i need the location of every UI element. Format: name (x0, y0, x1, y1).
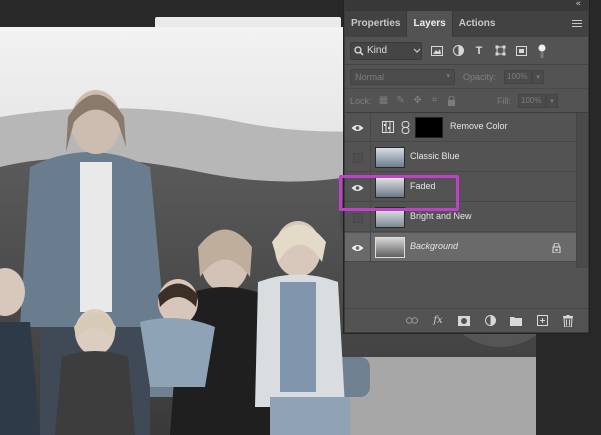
fill-dropdown-icon[interactable]: ▾ (546, 93, 558, 108)
layer-thumbnail (375, 177, 405, 198)
filter-toggle-icon[interactable] (536, 44, 548, 58)
eye-icon (351, 124, 364, 131)
new-layer-icon[interactable] (536, 315, 548, 327)
hidden-visibility-box (352, 212, 363, 223)
layer-bright-and-new[interactable]: Bright and New (345, 203, 576, 232)
opacity-dropdown-icon[interactable]: ▾ (532, 69, 545, 84)
tab-properties[interactable]: Properties (345, 11, 406, 37)
layer-mask-thumbnail[interactable] (415, 117, 443, 138)
layer-faded[interactable]: Faded (345, 173, 576, 202)
collapse-panel-icon[interactable]: « (575, 0, 580, 9)
kind-label: Kind (367, 45, 388, 56)
adjustment-layer-icon[interactable] (484, 315, 496, 327)
layer-thumbnail (375, 207, 405, 228)
kind-filter-select[interactable]: Kind (350, 41, 422, 60)
layer-name[interactable]: Background (410, 241, 458, 251)
search-icon (354, 45, 364, 56)
layer-name[interactable]: Faded (410, 181, 436, 191)
blend-row: Normal ▾ Opacity: 100% ▾ (345, 65, 588, 89)
mask-icon[interactable] (458, 315, 470, 327)
blend-mode-select[interactable]: Normal ▾ (350, 68, 455, 85)
chevron-down-icon (413, 48, 421, 53)
shape-filter-icon[interactable] (494, 45, 506, 57)
group-folder-icon[interactable] (510, 315, 522, 327)
layers-list: Remove Color Classic Blue Faded Bright a… (345, 113, 588, 268)
layers-panel: « Properties Layers Actions Kind T Norma… (344, 0, 589, 333)
layer-name[interactable]: Remove Color (450, 121, 508, 131)
lock-image-pixels-icon[interactable]: ✎ (396, 95, 406, 106)
chain-link-icon[interactable] (401, 121, 410, 134)
lock-row: Lock: ▦ ✎ ✥ ⌗ Fill: 100% ▾ (345, 89, 588, 113)
fx-icon[interactable]: fx (432, 315, 444, 327)
visibility-toggle[interactable] (345, 203, 371, 232)
layers-bottom-bar: fx (345, 308, 588, 332)
document-tab[interactable] (155, 17, 341, 27)
type-filter-icon[interactable]: T (473, 45, 485, 57)
visibility-toggle[interactable] (345, 233, 371, 262)
photoshop-workspace: « Properties Layers Actions Kind T Norma… (0, 0, 601, 435)
smart-object-filter-icon[interactable] (515, 45, 527, 57)
hidden-visibility-box (352, 152, 363, 163)
lock-transparent-pixels-icon[interactable]: ▦ (379, 95, 389, 106)
visibility-toggle[interactable] (345, 143, 371, 172)
opacity-label: Opacity: (463, 71, 497, 82)
panel-title-bar[interactable]: « (345, 0, 588, 11)
blend-mode-value: Normal (355, 71, 385, 82)
visibility-toggle[interactable] (345, 113, 371, 142)
panel-tabs: Properties Layers Actions (345, 11, 588, 37)
link-layers-icon[interactable] (406, 315, 418, 327)
layer-background[interactable]: Background (345, 233, 576, 262)
visibility-toggle[interactable] (345, 173, 371, 202)
adjustment-filter-icon[interactable] (452, 45, 464, 57)
trash-icon[interactable] (562, 314, 574, 327)
lock-position-icon[interactable]: ✥ (413, 95, 423, 106)
tab-layers[interactable]: Layers (406, 11, 453, 37)
lock-all-icon[interactable] (447, 95, 457, 106)
eye-icon (351, 184, 364, 191)
layer-thumbnail (375, 237, 405, 258)
layers-scrollbar[interactable] (576, 113, 588, 268)
fill-input[interactable]: 100% (518, 93, 546, 108)
tab-actions[interactable]: Actions (453, 11, 502, 37)
fill-label: Fill: (497, 95, 511, 106)
lock-icon[interactable] (552, 243, 561, 253)
layer-thumbnail (375, 147, 405, 168)
panel-menu-icon[interactable] (572, 20, 582, 28)
chevron-down-icon: ▾ (446, 72, 450, 80)
layer-name[interactable]: Bright and New (410, 211, 472, 221)
layer-filter-row: Kind T (345, 37, 588, 65)
image-filter-icon[interactable] (431, 45, 443, 57)
lock-artboard-icon[interactable]: ⌗ (430, 95, 440, 106)
adjustment-layer-type-icon (382, 121, 394, 133)
eye-icon (351, 244, 364, 251)
layer-classic-blue[interactable]: Classic Blue (345, 143, 576, 172)
lock-label: Lock: (350, 95, 372, 106)
layer-name[interactable]: Classic Blue (410, 151, 460, 161)
opacity-input[interactable]: 100% (504, 69, 533, 84)
layer-remove-color[interactable]: Remove Color (345, 113, 576, 142)
